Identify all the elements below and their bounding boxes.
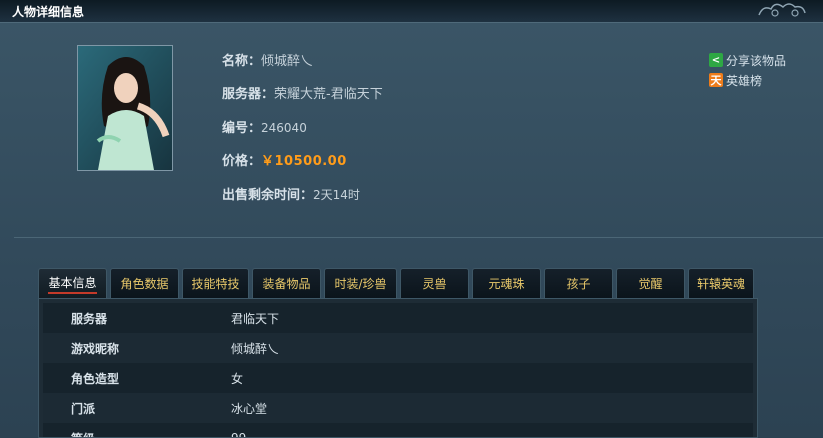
tab-label: 觉醒: [638, 277, 663, 291]
name-label: 名称：: [222, 54, 262, 69]
tab-children[interactable]: 孩子: [544, 268, 613, 298]
character-portrait: [77, 45, 173, 171]
profile-id-row: 编号：246040: [222, 117, 307, 136]
price-value: ￥10500.00: [261, 154, 347, 169]
hero-ranking-link[interactable]: 天 英雄榜: [709, 70, 786, 90]
table-row: 游戏昵称 倾城醉乀: [43, 333, 753, 363]
portrait-image: [78, 46, 172, 170]
time-label: 出售剩余时间：: [222, 188, 314, 203]
detail-tabs: 基本信息 角色数据 技能特技 装备物品 时装/珍兽 灵兽 元魂珠 孩子 觉醒 轩…: [38, 268, 758, 298]
tab-label: 时装/珍兽: [334, 277, 387, 291]
table-row: 服务器 君临天下: [43, 303, 753, 333]
id-label: 编号：: [222, 121, 262, 136]
row-key: 等级: [43, 430, 231, 438]
price-label: 价格：: [222, 154, 262, 169]
row-value: 君临天下: [231, 311, 280, 326]
share-icon: <: [709, 53, 723, 67]
item-actions: < 分享该物品 天 英雄榜: [709, 50, 786, 90]
table-row: 等级 99: [43, 423, 753, 438]
share-label: 分享该物品: [726, 53, 787, 68]
hero-label: 英雄榜: [726, 73, 763, 88]
profile-time-row: 出售剩余时间：2天14时: [222, 184, 360, 203]
tab-label: 技能特技: [191, 277, 240, 291]
window-titlebar: 人物详细信息: [0, 0, 823, 23]
row-key: 门派: [71, 401, 96, 416]
row-value: 女: [231, 371, 244, 386]
row-value: 99: [231, 431, 247, 438]
table-row: 门派 冰心堂: [43, 393, 753, 423]
tab-spirit-beasts[interactable]: 灵兽: [400, 268, 469, 298]
profile-name-row: 名称：倾城醉乀: [222, 50, 313, 69]
name-value: 倾城醉乀: [261, 54, 314, 69]
tab-soul-beads[interactable]: 元魂珠: [472, 268, 541, 298]
section-divider: [14, 237, 823, 238]
tab-label: 基本信息: [48, 274, 97, 294]
tab-label: 灵兽: [422, 277, 447, 291]
tab-basic-info[interactable]: 基本信息: [38, 268, 107, 298]
window-title: 人物详细信息: [12, 5, 85, 19]
profile-server-row: 服务器：荣耀大荒-君临天下: [222, 83, 383, 102]
tab-label: 元魂珠: [488, 277, 525, 291]
table-row: 角色造型 女: [43, 363, 753, 393]
id-value: 246040: [261, 121, 307, 135]
tab-awakening[interactable]: 觉醒: [616, 268, 685, 298]
tab-skills[interactable]: 技能特技: [182, 268, 249, 298]
cloud-ornament-icon: [758, 3, 806, 17]
share-item-link[interactable]: < 分享该物品: [709, 50, 786, 70]
row-key: 游戏昵称: [71, 341, 120, 356]
row-value: 倾城醉乀: [231, 341, 280, 356]
tab-equipment[interactable]: 装备物品: [252, 268, 321, 298]
tab-label: 孩子: [566, 277, 591, 291]
tab-label: 装备物品: [262, 277, 311, 291]
row-key: 角色造型: [71, 371, 120, 386]
tab-label: 角色数据: [120, 277, 169, 291]
profile-price-row: 价格：￥10500.00: [222, 150, 347, 169]
tab-character-data[interactable]: 角色数据: [110, 268, 179, 298]
time-value: 2天14时: [313, 188, 360, 202]
tab-label: 轩辕英魂: [696, 277, 745, 291]
server-label: 服务器：: [222, 87, 275, 102]
basic-info-table: 服务器 君临天下 游戏昵称 倾城醉乀 角色造型 女 门派 冰心堂 等级 99: [38, 298, 758, 438]
row-key: 服务器: [71, 311, 108, 326]
hero-icon: 天: [709, 73, 723, 87]
tab-fashion-pets[interactable]: 时装/珍兽: [324, 268, 397, 298]
row-value: 冰心堂: [231, 401, 268, 416]
server-value: 荣耀大荒-君临天下: [274, 87, 383, 102]
tab-xuanyuan-heroes[interactable]: 轩辕英魂: [688, 268, 754, 298]
